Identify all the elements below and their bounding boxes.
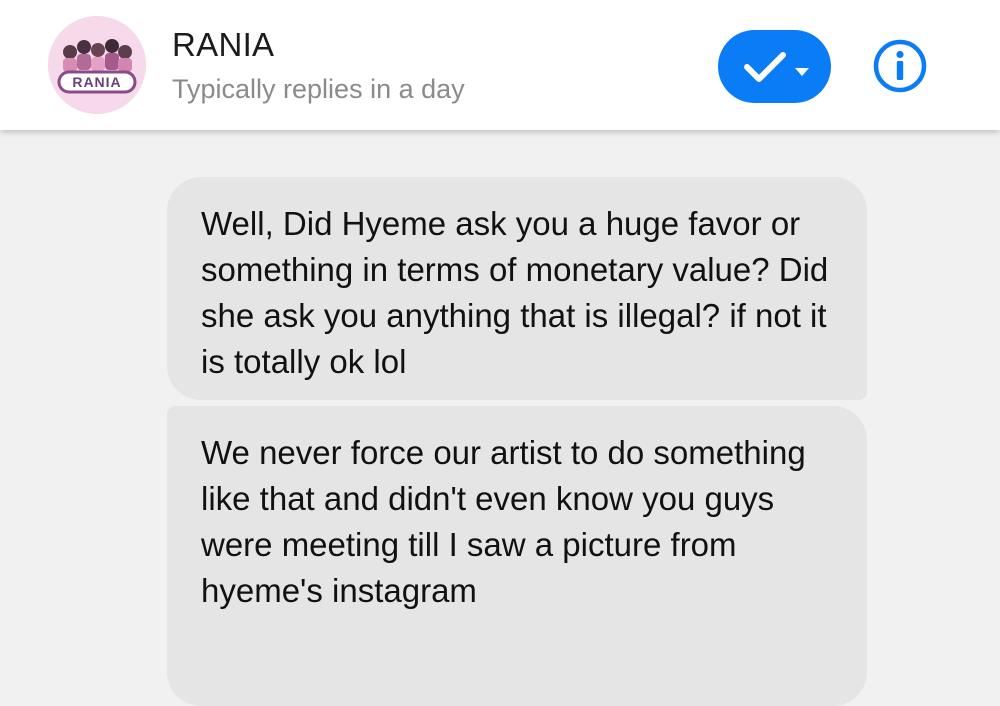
message-thread[interactable]: Well, Did Hyeme ask you a huge favor or … bbox=[0, 130, 1000, 706]
rania-logo-image: RANIA bbox=[48, 16, 146, 114]
message-bubble[interactable]: Well, Did Hyeme ask you a huge favor or … bbox=[167, 177, 867, 400]
check-icon bbox=[742, 48, 788, 91]
status-dropdown-button[interactable] bbox=[718, 30, 831, 103]
avatar[interactable]: RANIA bbox=[48, 16, 146, 114]
svg-text:RANIA: RANIA bbox=[72, 74, 121, 90]
chat-header: RANIA RANIA Typically replies in a day bbox=[0, 0, 1000, 130]
chevron-down-icon bbox=[795, 63, 809, 81]
message-bubble[interactable]: We never force our artist to do somethin… bbox=[167, 406, 867, 706]
contact-name: RANIA bbox=[172, 26, 275, 63]
info-icon[interactable] bbox=[872, 38, 928, 94]
response-time-status: Typically replies in a day bbox=[172, 74, 465, 104]
